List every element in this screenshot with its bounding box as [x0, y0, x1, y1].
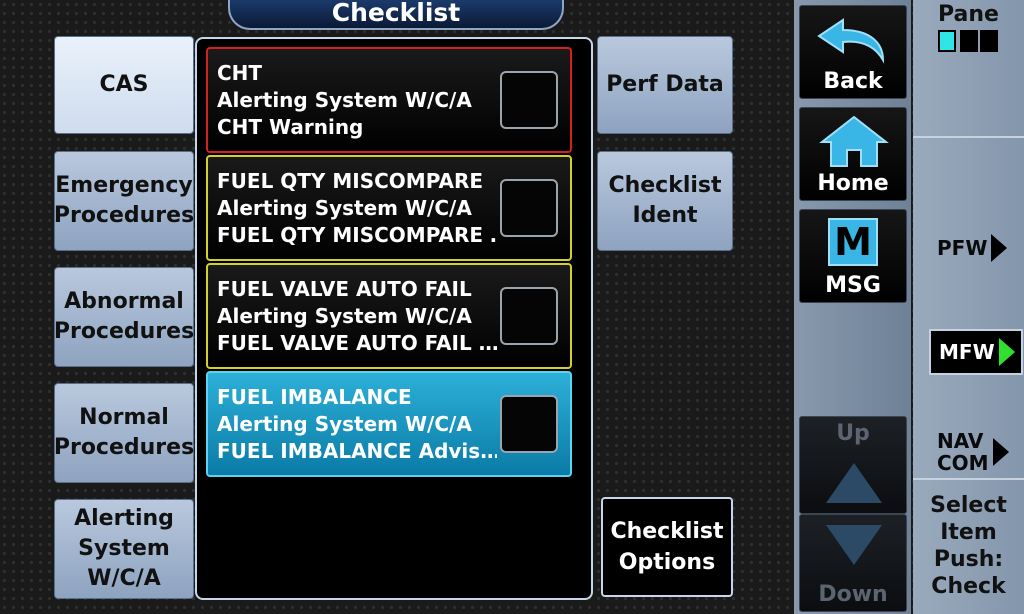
pane-indicator-icon	[980, 30, 998, 52]
message-icon: M	[828, 218, 878, 266]
item-source: Alerting System W/C/A	[217, 88, 472, 112]
category-label-line: Procedures	[53, 203, 195, 228]
item-detail: CHT Warning	[217, 115, 364, 139]
perf-data-button[interactable]: Perf Data	[597, 36, 733, 134]
pane-indicator[interactable]	[938, 30, 1000, 52]
checklist-item-fuel-valve[interactable]: FUEL VALVE AUTO FAIL Alerting System W/C…	[206, 263, 572, 369]
item-source: Alerting System W/C/A	[217, 304, 472, 328]
category-cas-label: CAS	[99, 72, 149, 97]
item-detail: FUEL VALVE AUTO FAIL …	[217, 331, 497, 355]
navcom-softkey[interactable]: NAV COM	[937, 430, 1009, 474]
checklist-options-label: Checklist	[610, 519, 724, 544]
chevron-right-icon	[998, 338, 1015, 366]
category-normal-button[interactable]: Normal Procedures	[54, 383, 194, 483]
item-source: Alerting System W/C/A	[217, 412, 472, 436]
divider	[913, 478, 1024, 480]
category-label-line: W/C/A	[87, 566, 161, 591]
item-checkbox[interactable]	[500, 395, 558, 453]
checklist-options-label: Options	[618, 550, 716, 575]
down-label: Down	[818, 582, 888, 607]
page-title: Checklist	[228, 0, 564, 30]
divider	[913, 136, 1024, 138]
hint-line: Push:	[933, 547, 1004, 572]
hint-line: Check	[931, 574, 1006, 599]
hint-line: Item	[940, 520, 997, 545]
item-source: Alerting System W/C/A	[217, 196, 472, 220]
item-title: CHT	[217, 61, 263, 85]
pane-label: Pane	[938, 2, 999, 27]
down-arrow-icon	[826, 525, 882, 565]
item-checkbox[interactable]	[500, 179, 558, 237]
checklist-ident-label: Ident	[632, 203, 698, 228]
back-arrow-icon	[817, 18, 885, 64]
category-cas-button[interactable]: CAS	[54, 36, 194, 134]
category-label-line: Procedures	[53, 319, 195, 344]
chevron-right-icon	[991, 234, 1008, 262]
message-icon-letter: M	[834, 220, 872, 264]
pfw-label: PFW	[937, 236, 988, 260]
home-label: Home	[817, 171, 889, 196]
category-label-line: Abnormal	[64, 289, 184, 314]
category-alerting-button[interactable]: Alerting System W/C/A	[54, 499, 194, 599]
navcom-label-line: NAV	[937, 429, 984, 453]
checklist-options-button[interactable]: Checklist Options	[601, 497, 733, 597]
mfw-label: MFW	[939, 340, 995, 364]
checklist-item-fuel-qty[interactable]: FUEL QTY MISCOMPARE Alerting System W/C/…	[206, 155, 572, 261]
home-icon	[819, 115, 889, 167]
up-arrow-icon	[826, 463, 882, 503]
item-detail: FUEL IMBALANCE Advis…	[217, 439, 497, 463]
category-abnormal-button[interactable]: Abnormal Procedures	[54, 267, 194, 367]
pane-indicator-active-icon	[938, 30, 956, 52]
home-button[interactable]: Home	[799, 107, 907, 201]
item-title: FUEL IMBALANCE	[217, 385, 412, 409]
item-checkbox[interactable]	[500, 287, 558, 345]
item-checkbox[interactable]	[500, 71, 558, 129]
up-button[interactable]: Up	[799, 416, 907, 514]
category-label-line: Normal	[79, 405, 169, 430]
item-title: FUEL VALVE AUTO FAIL	[217, 277, 472, 301]
perf-data-label: Perf Data	[606, 72, 724, 97]
back-label: Back	[823, 69, 883, 94]
back-button[interactable]: Back	[799, 5, 907, 99]
pane-indicator-icon	[960, 30, 978, 52]
category-label-line: Procedures	[53, 435, 195, 460]
checklist-item-fuel-imbalance[interactable]: FUEL IMBALANCE Alerting System W/C/A FUE…	[206, 371, 572, 477]
msg-button[interactable]: M MSG	[799, 209, 907, 303]
down-button[interactable]: Down	[799, 514, 907, 612]
category-label-line: System	[78, 536, 170, 561]
item-detail: FUEL QTY MISCOMPARE …	[217, 223, 497, 247]
checklist-ident-button[interactable]: Checklist Ident	[597, 151, 733, 251]
hint-line: Select	[930, 493, 1007, 518]
category-emergency-button[interactable]: Emergency Procedures	[54, 151, 194, 251]
pfw-softkey[interactable]: PFW	[937, 234, 1008, 262]
category-label-line: Alerting	[74, 506, 174, 531]
checklist-ident-label: Checklist	[608, 173, 722, 198]
hint-text: Select Item Push: Check	[913, 492, 1024, 600]
up-label: Up	[836, 421, 870, 446]
checklist-item-cht[interactable]: CHT Alerting System W/C/A CHT Warning	[206, 47, 572, 153]
navcom-label-line: COM	[937, 451, 989, 475]
msg-label: MSG	[825, 273, 881, 298]
item-title: FUEL QTY MISCOMPARE	[217, 169, 484, 193]
category-label-line: Emergency	[55, 173, 193, 198]
chevron-right-icon	[992, 438, 1009, 466]
mfw-softkey[interactable]: MFW	[929, 329, 1023, 375]
